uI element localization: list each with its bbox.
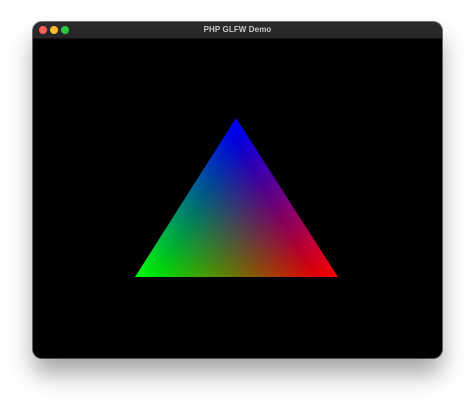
window-title: PHP GLFW Demo	[203, 25, 272, 34]
render-surface	[135, 118, 338, 277]
gl-canvas[interactable]	[33, 39, 442, 358]
rgb-triangle	[135, 118, 338, 277]
app-window: PHP GLFW Demo	[33, 22, 442, 358]
title-bar[interactable]: PHP GLFW Demo	[33, 22, 442, 39]
